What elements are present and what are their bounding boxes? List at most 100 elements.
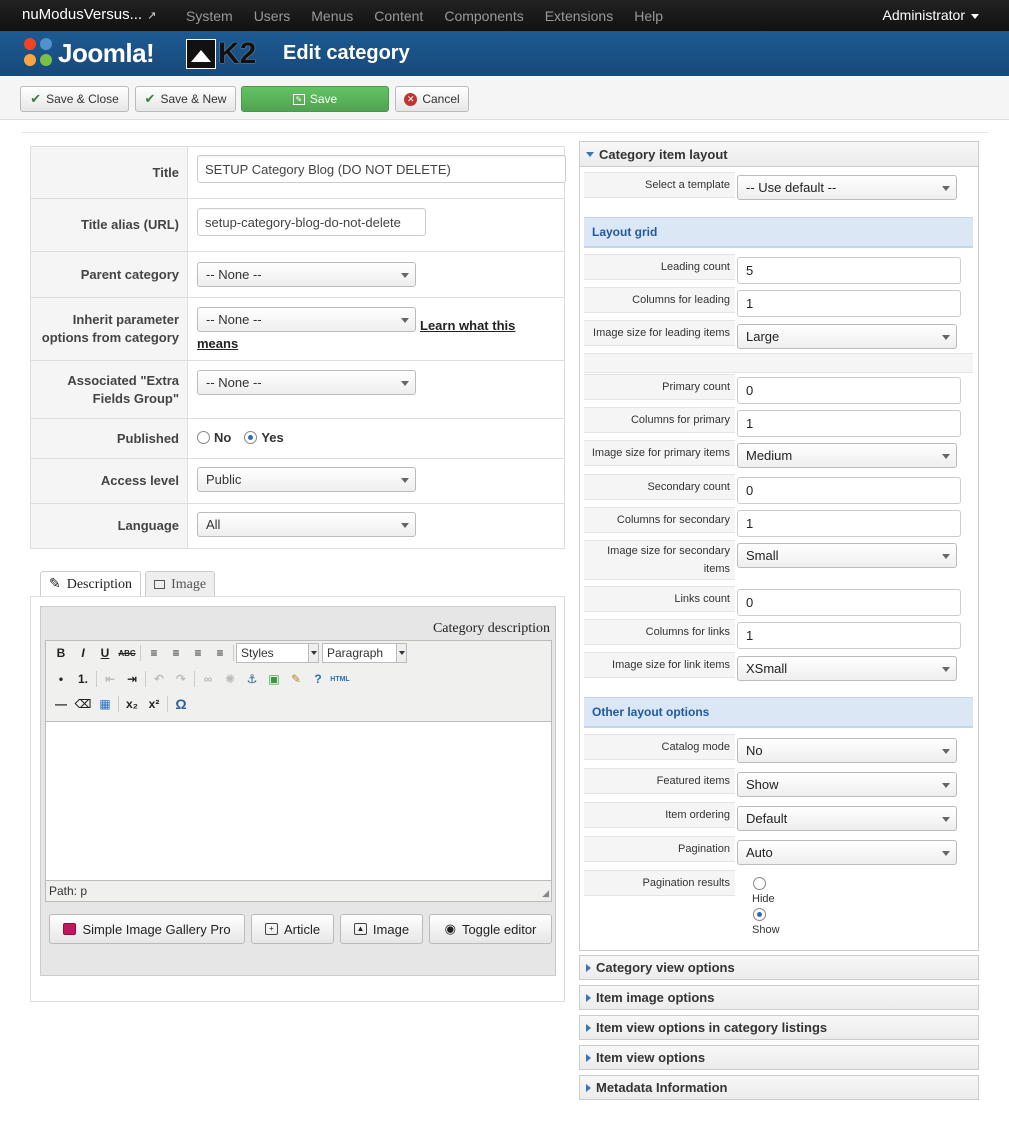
link-icon[interactable]: ∞ — [197, 669, 219, 689]
paragraph-select[interactable]: Paragraph — [322, 643, 407, 663]
help-icon[interactable]: ? — [307, 669, 329, 689]
category-view-options-header[interactable]: Category view options — [579, 955, 979, 980]
published-yes-radio[interactable] — [244, 431, 258, 444]
catalog-mode-select[interactable]: No — [737, 738, 957, 763]
extra-fields-select[interactable]: -- None -- — [197, 370, 416, 395]
italic-icon[interactable]: I — [72, 643, 94, 663]
page-title: Edit category — [283, 42, 410, 64]
language-select[interactable]: All — [197, 512, 416, 537]
special-character-icon[interactable]: Ω — [170, 694, 192, 714]
styles-select[interactable]: Styles — [236, 643, 319, 663]
superscript-icon[interactable]: x² — [143, 694, 165, 714]
template-select[interactable]: -- Use default -- — [737, 175, 957, 200]
item-image-options-header[interactable]: Item image options — [579, 985, 979, 1010]
bullet-list-icon[interactable]: • — [50, 669, 72, 689]
chevron-down-icon — [942, 851, 950, 856]
chevron-down-icon — [401, 273, 409, 278]
editor-text-area[interactable] — [46, 721, 551, 881]
check-icon: ✔ — [30, 91, 42, 106]
alias-input[interactable]: setup-category-blog-do-not-delete — [197, 208, 426, 236]
outdent-icon[interactable]: ⇤ — [99, 669, 121, 689]
eraser-icon[interactable]: ⌫ — [72, 694, 94, 714]
menu-users[interactable]: Users — [254, 8, 291, 24]
pagination-show-radio[interactable] — [753, 908, 766, 921]
subscript-icon[interactable]: x₂ — [121, 694, 143, 714]
menu-content[interactable]: Content — [374, 8, 423, 24]
inherit-select[interactable]: -- None -- — [197, 307, 416, 332]
tab-image[interactable]: Image — [145, 571, 216, 597]
cleanup-icon[interactable]: ✎ — [285, 669, 307, 689]
secondary-count-input[interactable]: 0 — [737, 477, 961, 504]
resize-handle-icon[interactable]: ◢ — [542, 888, 549, 899]
picture-icon: ▲ — [353, 923, 367, 935]
user-menu[interactable]: Administrator — [883, 7, 979, 23]
cancel-button[interactable]: ✕ Cancel — [395, 86, 469, 112]
admin-top-nav: nuModusVersus... ↗ System Users Menus Con… — [0, 0, 1009, 31]
caret-right-icon — [586, 1023, 591, 1032]
html-source-icon[interactable]: HTML — [329, 669, 351, 689]
bold-icon[interactable]: B — [50, 643, 72, 663]
insert-image-icon[interactable]: ▣ — [263, 669, 285, 689]
image-size-links-row: Image size for link items XSmall — [584, 652, 973, 681]
category-item-layout-header[interactable]: Category item layout — [580, 142, 978, 167]
template-row: Select a template -- Use default -- — [584, 172, 973, 200]
metadata-information-header[interactable]: Metadata Information — [579, 1075, 979, 1100]
align-justify-icon[interactable]: ≡ — [209, 643, 231, 663]
save-button[interactable]: ✎ Save — [241, 86, 389, 112]
save-new-button[interactable]: ✔ Save & New — [135, 86, 236, 112]
redo-icon[interactable]: ↷ — [170, 669, 192, 689]
save-close-button[interactable]: ✔ Save & Close — [20, 86, 129, 112]
parent-category-select[interactable]: -- None -- — [197, 262, 416, 287]
columns-links-input[interactable]: 1 — [737, 622, 961, 649]
primary-count-input[interactable]: 0 — [737, 377, 961, 404]
menu-components[interactable]: Components — [444, 8, 523, 24]
menu-system[interactable]: System — [186, 8, 233, 24]
strikethrough-icon[interactable]: ABC — [116, 643, 138, 663]
article-button[interactable]: + Article — [251, 914, 334, 944]
table-icon[interactable]: ▦ — [94, 694, 116, 714]
image-button[interactable]: ▲ Image — [340, 914, 423, 944]
leading-count-input[interactable]: 5 — [737, 257, 961, 284]
title-row: Title SETUP Category Blog (DO NOT DELETE… — [31, 147, 566, 199]
featured-items-select[interactable]: Show — [737, 772, 957, 797]
access-level-select[interactable]: Public — [197, 467, 416, 492]
undo-icon[interactable]: ↶ — [148, 669, 170, 689]
image-size-primary-select[interactable]: Medium — [737, 443, 957, 468]
pagination-select[interactable]: Auto — [737, 840, 957, 865]
align-left-icon[interactable]: ≡ — [143, 643, 165, 663]
site-name-link[interactable]: nuModusVersus... ↗ — [22, 6, 156, 23]
align-center-icon[interactable]: ≡ — [165, 643, 187, 663]
columns-secondary-input[interactable]: 1 — [737, 510, 961, 537]
image-size-links-select[interactable]: XSmall — [737, 656, 957, 681]
tab-description[interactable]: ✎ Description — [40, 571, 142, 597]
external-link-icon: ↗ — [147, 10, 157, 22]
item-view-options-header[interactable]: Item view options — [579, 1045, 979, 1070]
align-right-icon[interactable]: ≡ — [187, 643, 209, 663]
learn-more-link-cont[interactable]: means — [197, 336, 238, 351]
extra-fields-label: Associated "Extra Fields Group" — [31, 361, 188, 418]
learn-more-link[interactable]: Learn what this — [420, 318, 515, 333]
anchor-icon[interactable]: ⚓ — [241, 669, 263, 689]
columns-primary-input[interactable]: 1 — [737, 410, 961, 437]
horizontal-rule-icon[interactable]: — — [50, 694, 72, 714]
image-size-leading-select[interactable]: Large — [737, 324, 957, 349]
indent-icon[interactable]: ⇥ — [121, 669, 143, 689]
simple-image-gallery-button[interactable]: Simple Image Gallery Pro — [49, 914, 245, 944]
title-input[interactable]: SETUP Category Blog (DO NOT DELETE) — [197, 155, 566, 183]
links-count-input[interactable]: 0 — [737, 589, 961, 616]
columns-leading-input[interactable]: 1 — [737, 290, 961, 317]
toggle-editor-button[interactable]: ◉ Toggle editor — [429, 914, 552, 944]
numbered-list-icon[interactable]: 1. — [72, 669, 94, 689]
menu-help[interactable]: Help — [634, 8, 663, 24]
pagination-hide-radio[interactable] — [753, 877, 766, 890]
menu-menus[interactable]: Menus — [311, 8, 353, 24]
item-view-category-listings-header[interactable]: Item view options in category listings — [579, 1015, 979, 1040]
item-ordering-select[interactable]: Default — [737, 806, 957, 831]
menu-extensions[interactable]: Extensions — [545, 8, 613, 24]
pagination-row: Pagination Auto — [584, 836, 973, 865]
unlink-icon[interactable]: ✺ — [219, 669, 241, 689]
image-size-secondary-select[interactable]: Small — [737, 543, 957, 568]
published-no-radio[interactable] — [197, 431, 210, 444]
underline-icon[interactable]: U — [94, 643, 116, 663]
extra-fields-row: Associated "Extra Fields Group" -- None … — [31, 361, 564, 419]
